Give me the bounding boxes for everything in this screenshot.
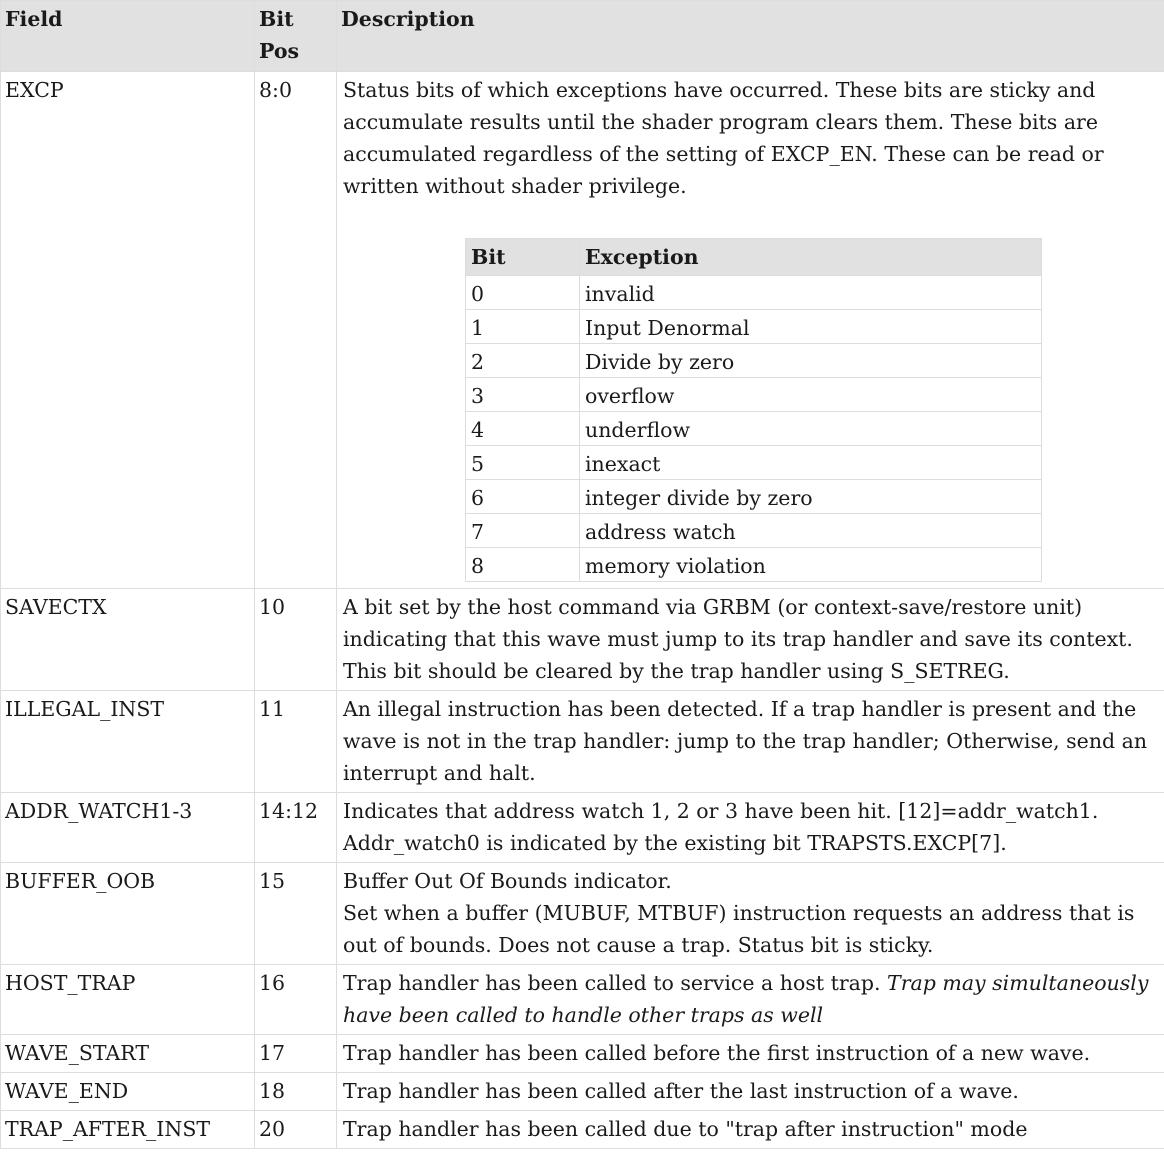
- table-header-row: Field Bit Pos Description: [0, 0, 1164, 72]
- header-bit: Bit: [465, 238, 580, 276]
- description-cell: Indicates that address watch 1, 2 or 3 h…: [336, 792, 1164, 863]
- field-cell: ADDR_WATCH1-3: [0, 792, 255, 863]
- exception-cell: address watch: [579, 513, 1042, 548]
- exception-cell: overflow: [579, 377, 1042, 412]
- header-description: Description: [336, 0, 1164, 72]
- bit-pos-cell: 11: [254, 690, 337, 793]
- table-row-excp: EXCP 8:0 Status bits of which exceptions…: [0, 71, 1164, 589]
- field-cell: TRAP_AFTER_INST: [0, 1110, 255, 1149]
- bit-cell: 3: [465, 377, 580, 412]
- table-row-wave-end: WAVE_END 18 Trap handler has been called…: [0, 1072, 1164, 1111]
- bit-cell: 7: [465, 513, 580, 548]
- header-field: Field: [0, 0, 255, 72]
- bit-cell: 5: [465, 445, 580, 480]
- field-cell: BUFFER_OOB: [0, 862, 255, 965]
- table-row-savectx: SAVECTX 10 A bit set by the host command…: [0, 588, 1164, 691]
- bit-pos-cell: 18: [254, 1072, 337, 1111]
- description-line: Buffer Out Of Bounds indicator.: [343, 869, 672, 893]
- exception-cell: inexact: [579, 445, 1042, 480]
- table-row-illegal-inst: ILLEGAL_INST 11 An illegal instruction h…: [0, 690, 1164, 793]
- bit-cell: 6: [465, 479, 580, 514]
- description-text: Status bits of which exceptions have occ…: [343, 78, 1104, 198]
- trapsts-register-table: Field Bit Pos Description EXCP 8:0 Statu…: [0, 0, 1164, 1149]
- bit-pos-cell: 14:12: [254, 792, 337, 863]
- table-row-buffer-oob: BUFFER_OOB 15 Buffer Out Of Bounds indic…: [0, 862, 1164, 965]
- exception-cell: Input Denormal: [579, 309, 1042, 344]
- bit-pos-cell: 16: [254, 964, 337, 1035]
- bit-pos-cell: 8:0: [254, 71, 337, 589]
- exception-cell: underflow: [579, 411, 1042, 446]
- description-cell: An illegal instruction has been detected…: [336, 690, 1164, 793]
- field-cell: ILLEGAL_INST: [0, 690, 255, 793]
- exception-row: 6 integer divide by zero: [465, 479, 1042, 514]
- exception-cell: integer divide by zero: [579, 479, 1042, 514]
- field-cell: WAVE_END: [0, 1072, 255, 1111]
- field-cell: WAVE_START: [0, 1034, 255, 1073]
- table-row-host-trap: HOST_TRAP 16 Trap handler has been calle…: [0, 964, 1164, 1035]
- header-bit-pos: Bit Pos: [254, 0, 337, 72]
- header-exception: Exception: [579, 238, 1042, 276]
- description-cell: Trap handler has been called due to "tra…: [336, 1110, 1164, 1149]
- bit-cell: 4: [465, 411, 580, 446]
- field-cell: SAVECTX: [0, 588, 255, 691]
- exception-row: 2 Divide by zero: [465, 343, 1042, 378]
- description-cell: Buffer Out Of Bounds indicator. Set when…: [336, 862, 1164, 965]
- table-row-addr-watch: ADDR_WATCH1-3 14:12 Indicates that addre…: [0, 792, 1164, 863]
- exception-cell: Divide by zero: [579, 343, 1042, 378]
- field-cell: HOST_TRAP: [0, 964, 255, 1035]
- exception-header-row: Bit Exception: [465, 238, 1042, 276]
- exception-row: 3 overflow: [465, 377, 1042, 412]
- description-cell: Trap handler has been called before the …: [336, 1034, 1164, 1073]
- bit-cell: 2: [465, 343, 580, 378]
- exception-cell: memory violation: [579, 547, 1042, 582]
- description-line: Set when a buffer (MUBUF, MTBUF) instruc…: [343, 901, 1135, 957]
- exception-row: 0 invalid: [465, 275, 1042, 310]
- description-cell: Trap handler has been called to service …: [336, 964, 1164, 1035]
- exception-row: 4 underflow: [465, 411, 1042, 446]
- bit-pos-cell: 15: [254, 862, 337, 965]
- bit-pos-cell: 17: [254, 1034, 337, 1073]
- bit-cell: 0: [465, 275, 580, 310]
- description-text: Trap handler has been called to service …: [343, 971, 881, 995]
- exception-row: 8 memory violation: [465, 547, 1042, 582]
- exception-row: 1 Input Denormal: [465, 309, 1042, 344]
- table-row-trap-after-inst: TRAP_AFTER_INST 20 Trap handler has been…: [0, 1110, 1164, 1149]
- bit-pos-cell: 10: [254, 588, 337, 691]
- description-cell: Trap handler has been called after the l…: [336, 1072, 1164, 1111]
- exception-cell: invalid: [579, 275, 1042, 310]
- bit-cell: 8: [465, 547, 580, 582]
- exception-bits-table: Bit Exception 0 invalid 1 Input Denormal 2…: [465, 238, 1042, 582]
- exception-row: 5 inexact: [465, 445, 1042, 480]
- description-cell: Status bits of which exceptions have occ…: [336, 71, 1164, 589]
- field-cell: EXCP: [0, 71, 255, 589]
- description-cell: A bit set by the host command via GRBM (…: [336, 588, 1164, 691]
- exception-row: 7 address watch: [465, 513, 1042, 548]
- bit-pos-cell: 20: [254, 1110, 337, 1149]
- bit-cell: 1: [465, 309, 580, 344]
- table-row-wave-start: WAVE_START 17 Trap handler has been call…: [0, 1034, 1164, 1073]
